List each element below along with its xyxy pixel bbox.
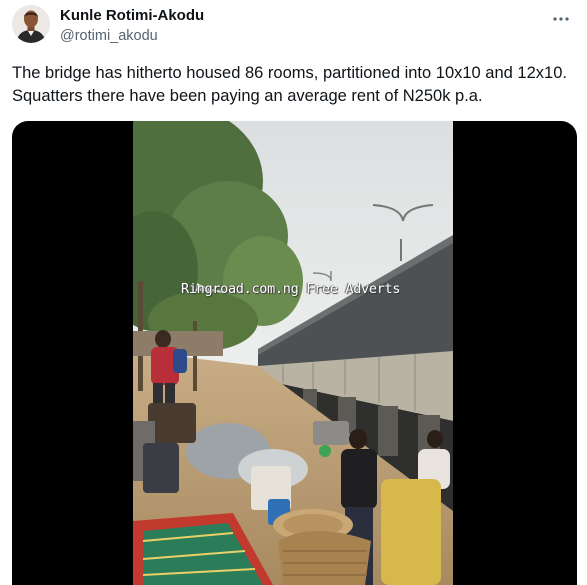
more-horizontal-icon xyxy=(553,17,569,21)
video-still-image xyxy=(133,121,453,585)
more-icon[interactable] xyxy=(553,9,569,25)
author-display-name[interactable]: Kunle Rotimi-Akodu xyxy=(60,6,204,26)
video-watermark: Ringroad.com.ng Free Adverts xyxy=(181,281,401,297)
video-player[interactable]: Ringroad.com.ng Free Adverts xyxy=(12,121,577,585)
author-block: Kunle Rotimi-Akodu @rotimi_akodu xyxy=(60,6,204,46)
author-handle[interactable]: @rotimi_akodu xyxy=(60,27,204,46)
tweet-text: The bridge has hitherto housed 86 rooms,… xyxy=(12,64,567,105)
video-frame: Ringroad.com.ng Free Adverts xyxy=(133,121,453,585)
avatar-image xyxy=(12,5,50,43)
tweet-card: Kunle Rotimi-Akodu @rotimi_akodu The bri… xyxy=(0,0,587,585)
avatar[interactable] xyxy=(12,5,50,43)
